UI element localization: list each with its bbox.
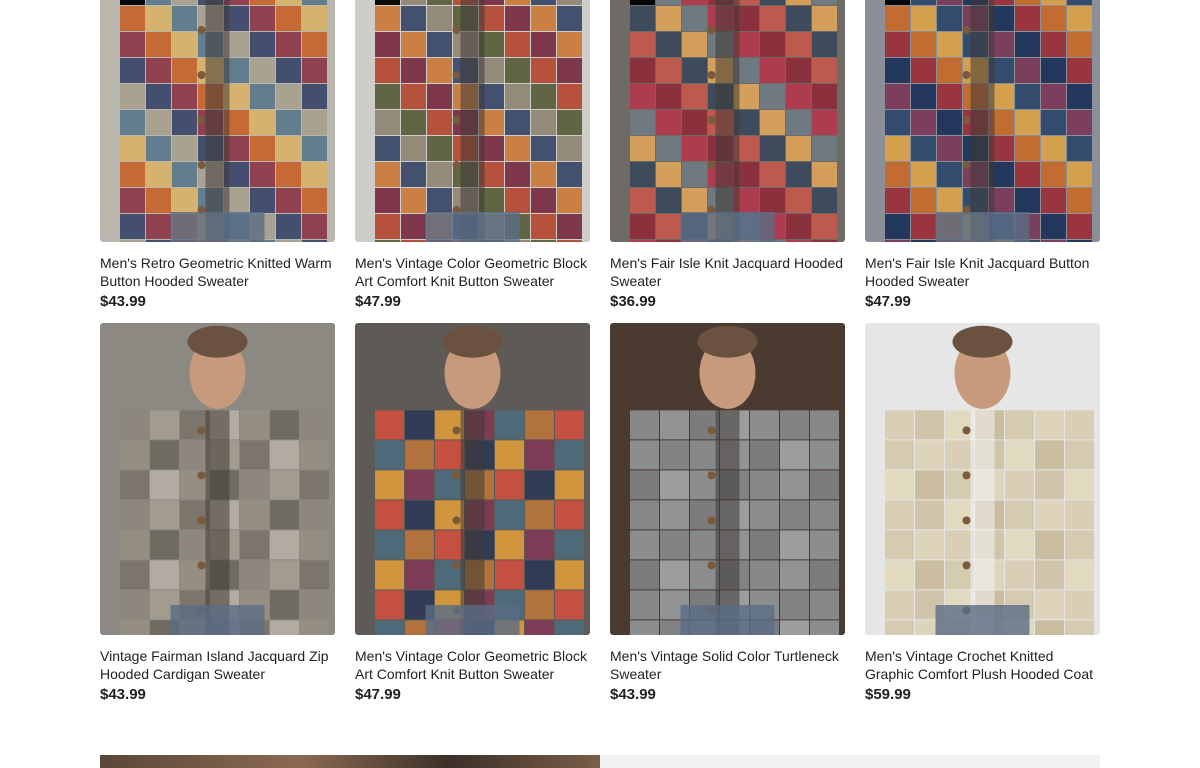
product-image[interactable] bbox=[610, 323, 845, 635]
product-price: $47.99 bbox=[355, 293, 401, 310]
product-title[interactable]: Men's Vintage Color Geometric Block Art … bbox=[355, 254, 590, 290]
product-title[interactable]: Men's Fair Isle Knit Jacquard Button Hoo… bbox=[865, 254, 1100, 290]
product-price: $59.99 bbox=[865, 686, 911, 703]
product-image[interactable] bbox=[100, 0, 335, 242]
product-title[interactable]: Men's Vintage Color Geometric Block Art … bbox=[355, 647, 590, 683]
banner-image[interactable] bbox=[100, 755, 600, 768]
product-price: $43.99 bbox=[100, 686, 146, 703]
product-title[interactable]: Men's Retro Geometric Knitted Warm Butto… bbox=[100, 254, 335, 290]
product-title[interactable]: Men's Vintage Crochet Knitted Graphic Co… bbox=[865, 647, 1100, 683]
product-photo bbox=[100, 323, 335, 635]
product-price: $36.99 bbox=[610, 293, 656, 310]
product-photo bbox=[610, 323, 845, 635]
product-price: $47.99 bbox=[355, 686, 401, 703]
product-image[interactable] bbox=[865, 0, 1100, 242]
product-card[interactable]: Men's Retro Geometric Knitted Warm Butto… bbox=[100, 0, 335, 311]
product-photo bbox=[865, 0, 1100, 242]
product-image[interactable] bbox=[865, 323, 1100, 635]
banner-panel bbox=[600, 755, 1100, 768]
product-card[interactable]: Men's Vintage Color Geometric Block Art … bbox=[355, 0, 590, 311]
product-card[interactable]: Vintage Fairman Island Jacquard Zip Hood… bbox=[100, 323, 335, 704]
product-photo bbox=[100, 0, 335, 242]
product-photo bbox=[610, 0, 845, 242]
product-card[interactable]: Men's Fair Isle Knit Jacquard Button Hoo… bbox=[865, 0, 1100, 311]
product-card[interactable]: Men's Vintage Crochet Knitted Graphic Co… bbox=[865, 323, 1100, 704]
product-card[interactable]: Men's Vintage Solid Color Turtleneck Swe… bbox=[610, 323, 845, 704]
product-photo bbox=[355, 0, 590, 242]
product-card[interactable]: Men's Fair Isle Knit Jacquard Hooded Swe… bbox=[610, 0, 845, 311]
product-price: $43.99 bbox=[100, 293, 146, 310]
product-image[interactable] bbox=[610, 0, 845, 242]
promo-banner[interactable] bbox=[100, 755, 1100, 768]
product-title[interactable]: Vintage Fairman Island Jacquard Zip Hood… bbox=[100, 647, 335, 683]
product-title[interactable]: Men's Fair Isle Knit Jacquard Hooded Swe… bbox=[610, 254, 845, 290]
product-grid: Men's Retro Geometric Knitted Warm Butto… bbox=[100, 0, 1100, 704]
product-photo bbox=[355, 323, 590, 635]
product-image[interactable] bbox=[355, 0, 590, 242]
product-image[interactable] bbox=[355, 323, 590, 635]
product-photo bbox=[865, 323, 1100, 635]
product-image[interactable] bbox=[100, 323, 335, 635]
product-price: $43.99 bbox=[610, 686, 656, 703]
product-price: $47.99 bbox=[865, 293, 911, 310]
product-card[interactable]: Men's Vintage Color Geometric Block Art … bbox=[355, 323, 590, 704]
product-title[interactable]: Men's Vintage Solid Color Turtleneck Swe… bbox=[610, 647, 845, 683]
